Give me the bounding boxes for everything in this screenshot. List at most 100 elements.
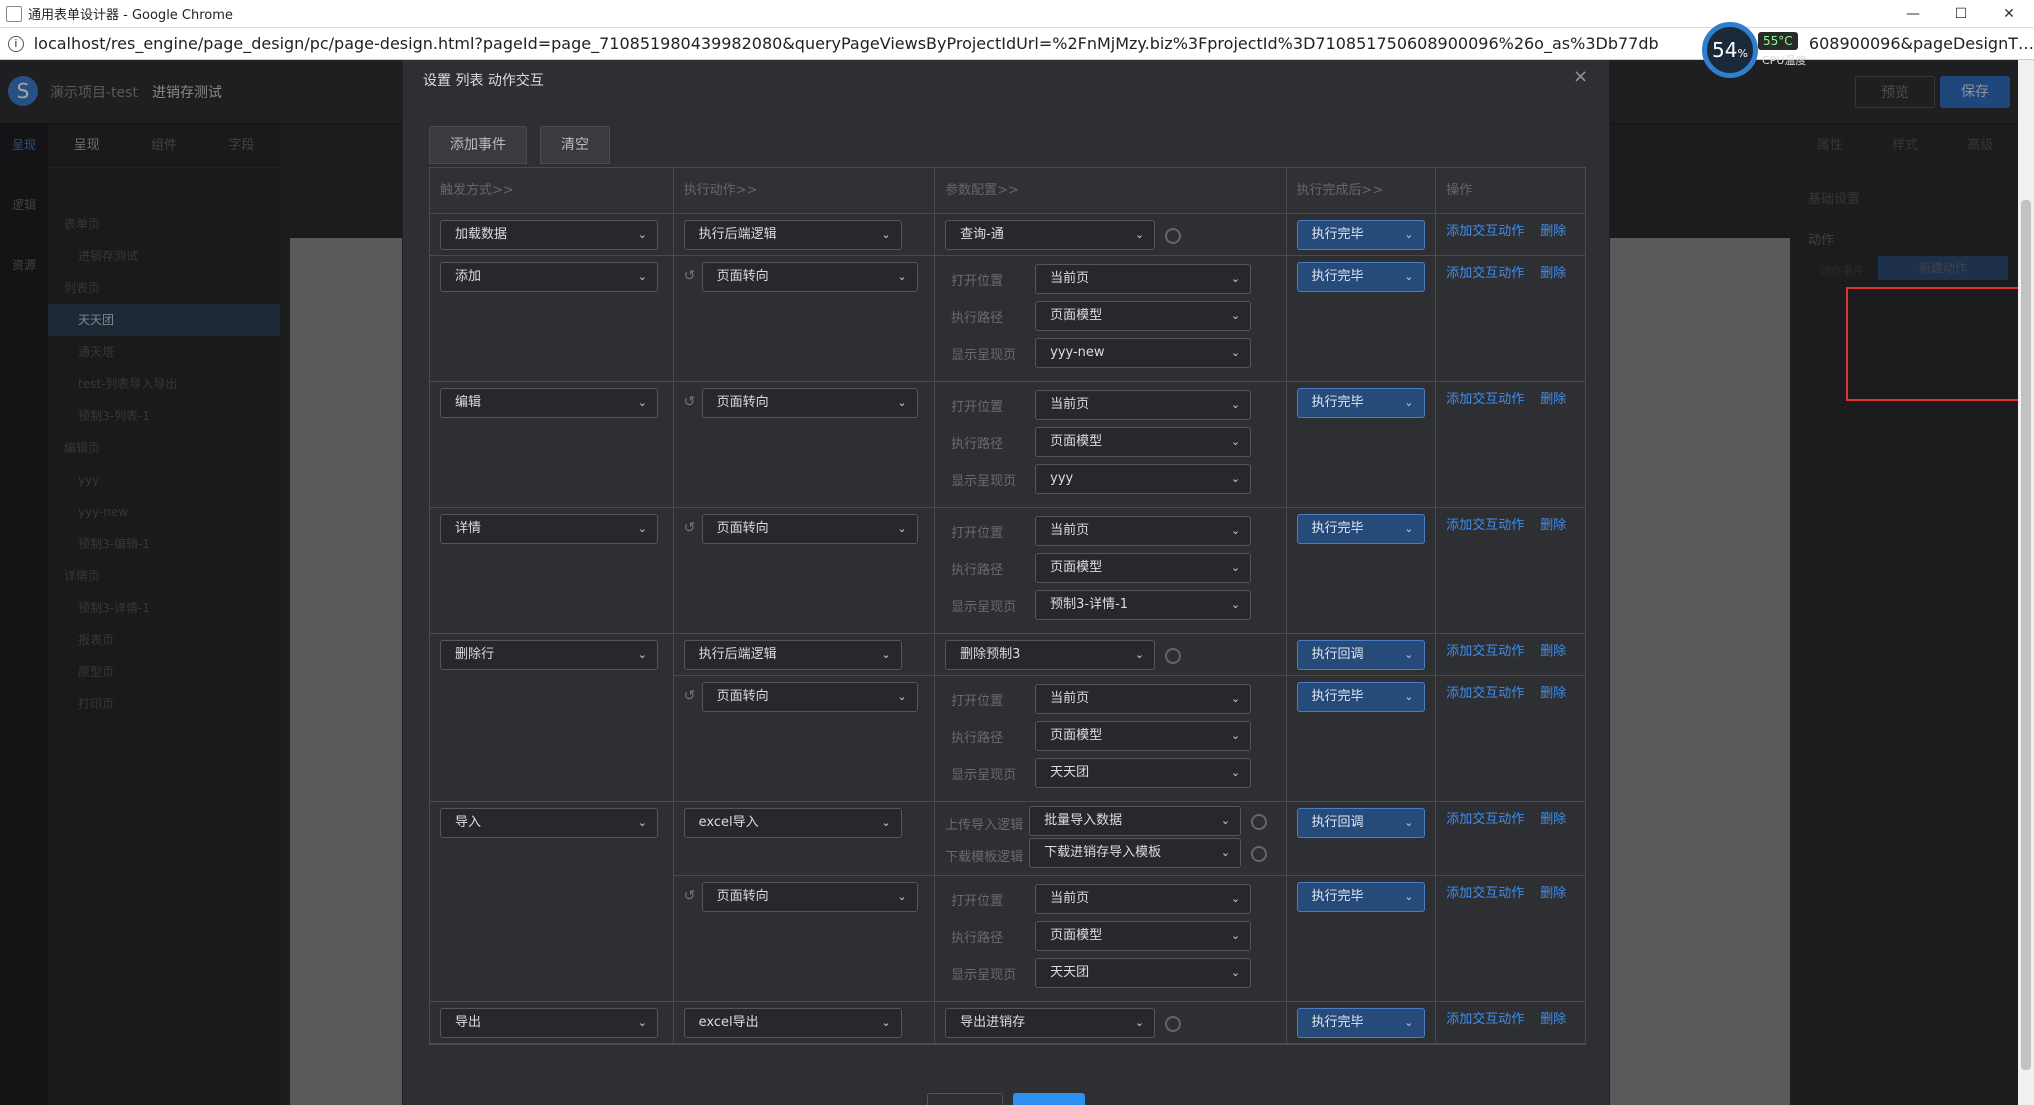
- cpu-label: CPU温度: [1762, 54, 1807, 67]
- gear-icon[interactable]: [1165, 648, 1182, 664]
- action-select[interactable]: excel导入 ⌄: [683, 808, 902, 838]
- param-open-select[interactable]: 当前页 ⌄: [1035, 684, 1252, 714]
- action-sub-row: 执行完毕 ⌄: [1287, 1002, 1436, 1044]
- delete-link[interactable]: 删除: [1540, 1008, 1566, 1027]
- after-select[interactable]: 执行完毕 ⌄: [1296, 388, 1425, 418]
- after-select[interactable]: 执行完毕 ⌄: [1296, 262, 1425, 292]
- param-open-select[interactable]: 当前页 ⌄: [1035, 884, 1252, 914]
- delete-link[interactable]: 删除: [1540, 682, 1566, 701]
- add-interaction-link[interactable]: 添加交互动作: [1446, 220, 1524, 239]
- chevron-down-icon: ⌄: [637, 648, 647, 661]
- param-path-select-value: 页面模型: [1050, 728, 1103, 743]
- delete-link[interactable]: 删除: [1540, 262, 1566, 281]
- trigger-select[interactable]: 添加 ⌄: [440, 262, 658, 292]
- param-page-select[interactable]: 天天团 ⌄: [1035, 958, 1252, 988]
- close-window-button[interactable]: ✕: [1986, 0, 2032, 28]
- cancel-button[interactable]: [927, 1093, 1003, 1105]
- confirm-button[interactable]: [1013, 1093, 1085, 1105]
- after-select[interactable]: 执行完毕 ⌄: [1296, 882, 1425, 912]
- trigger-select[interactable]: 加载数据 ⌄: [440, 220, 658, 250]
- param-value-select-value: 查询-通: [960, 227, 1004, 242]
- add-interaction-link[interactable]: 添加交互动作: [1446, 388, 1524, 407]
- clear-button[interactable]: 清空: [540, 126, 610, 164]
- param-page-select[interactable]: 天天团 ⌄: [1035, 758, 1252, 788]
- action-select[interactable]: 执行后端逻辑 ⌄: [683, 220, 902, 250]
- table-row: 编辑 ⌄ ↺ 页面转向 ⌄ 打开位置 当前页 ⌄ 执行路径 页面模型 ⌄ 显示呈现页 yyy ⌄ 执行完毕 ⌄…: [430, 382, 1585, 508]
- param-label: 上传导入逻辑: [945, 818, 1024, 833]
- param-value-select[interactable]: 删除预制3 ⌄: [945, 640, 1156, 670]
- add-interaction-link[interactable]: 添加交互动作: [1446, 262, 1524, 281]
- delete-link[interactable]: 删除: [1540, 388, 1566, 407]
- add-interaction-link[interactable]: 添加交互动作: [1446, 1008, 1524, 1027]
- after-select[interactable]: 执行完毕 ⌄: [1296, 220, 1425, 250]
- action-select[interactable]: 页面转向 ⌄: [701, 682, 918, 712]
- param-path-select[interactable]: 页面模型 ⌄: [1035, 721, 1252, 751]
- download-logic-select-value: 下载进销存导入模板: [1044, 845, 1162, 860]
- maximize-button[interactable]: ☐: [1938, 0, 1984, 28]
- param-value-select[interactable]: 查询-通 ⌄: [945, 220, 1156, 250]
- trigger-select[interactable]: 编辑 ⌄: [440, 388, 658, 418]
- delete-link[interactable]: 删除: [1540, 640, 1566, 659]
- chevron-down-icon: ⌄: [637, 228, 647, 241]
- add-event-button[interactable]: 添加事件: [429, 126, 527, 164]
- param-path-select[interactable]: 页面模型 ⌄: [1035, 427, 1252, 457]
- close-icon[interactable]: ×: [1573, 66, 1588, 87]
- add-interaction-link[interactable]: 添加交互动作: [1446, 640, 1524, 659]
- delete-link[interactable]: 删除: [1540, 220, 1566, 239]
- after-select[interactable]: 执行完毕 ⌄: [1296, 682, 1425, 712]
- action-select[interactable]: 执行后端逻辑 ⌄: [683, 640, 902, 670]
- delete-link[interactable]: 删除: [1540, 882, 1566, 901]
- gear-icon[interactable]: [1165, 1016, 1182, 1032]
- action-select[interactable]: 页面转向 ⌄: [701, 388, 918, 418]
- trigger-select[interactable]: 导出 ⌄: [440, 1008, 658, 1038]
- trigger-select[interactable]: 详情 ⌄: [440, 514, 658, 544]
- param-open-select[interactable]: 当前页 ⌄: [1035, 264, 1252, 294]
- chevron-down-icon: ⌄: [637, 522, 647, 535]
- scrollbar-thumb[interactable]: [2021, 200, 2031, 1070]
- add-interaction-link[interactable]: 添加交互动作: [1446, 514, 1524, 533]
- gear-icon[interactable]: [1165, 228, 1182, 244]
- param-path-select[interactable]: 页面模型 ⌄: [1035, 553, 1252, 583]
- trigger-select[interactable]: 删除行 ⌄: [440, 640, 658, 670]
- gear-icon[interactable]: [1251, 846, 1268, 862]
- action-select[interactable]: 页面转向 ⌄: [701, 514, 918, 544]
- gear-icon[interactable]: [1251, 814, 1268, 830]
- action-select[interactable]: 页面转向 ⌄: [701, 882, 918, 912]
- trigger-cell: 导入 ⌄: [430, 802, 674, 1001]
- after-select[interactable]: 执行完毕 ⌄: [1296, 514, 1425, 544]
- param-path-select[interactable]: 页面模型 ⌄: [1035, 301, 1252, 331]
- c5-cell: 添加交互动作 删除: [1436, 256, 1585, 381]
- param-page-select[interactable]: 预制3-详情-1 ⌄: [1035, 590, 1252, 620]
- param-label: 打开位置: [951, 894, 1004, 909]
- after-select[interactable]: 执行回调 ⌄: [1296, 640, 1425, 670]
- after-select[interactable]: 执行完毕 ⌄: [1296, 1008, 1425, 1038]
- action-select-value: 页面转向: [716, 521, 769, 536]
- c5-cell: 添加交互动作 删除: [1436, 214, 1585, 255]
- download-logic-select[interactable]: 下载进销存导入模板 ⌄: [1029, 838, 1242, 868]
- param-label: 打开位置: [951, 694, 1004, 709]
- delete-link[interactable]: 删除: [1540, 808, 1566, 827]
- loop-arrow-icon: ↺: [683, 394, 696, 410]
- action-sub-row: 执行回调 ⌄: [1286, 802, 1436, 876]
- action-select[interactable]: excel导出 ⌄: [683, 1008, 902, 1038]
- delete-link[interactable]: 删除: [1540, 514, 1566, 533]
- page-scrollbar[interactable]: [2018, 60, 2034, 1105]
- action-select[interactable]: 页面转向 ⌄: [701, 262, 918, 292]
- after-select[interactable]: 执行回调 ⌄: [1296, 808, 1425, 838]
- upload-logic-select[interactable]: 批量导入数据 ⌄: [1029, 806, 1242, 836]
- param-page-select[interactable]: yyy ⌄: [1035, 464, 1252, 494]
- add-interaction-link[interactable]: 添加交互动作: [1446, 682, 1524, 701]
- param-open-select[interactable]: 当前页 ⌄: [1035, 516, 1252, 546]
- add-interaction-link[interactable]: 添加交互动作: [1446, 808, 1524, 827]
- param-value-select[interactable]: 导出进销存 ⌄: [945, 1008, 1156, 1038]
- param-page-select[interactable]: yyy-new ⌄: [1035, 338, 1252, 368]
- trigger-select[interactable]: 导入 ⌄: [440, 808, 658, 838]
- c4-cell: 执行完毕 ⌄: [1287, 214, 1437, 255]
- table-row: 删除行 ⌄ 执行后端逻辑 ⌄ ↺ 页面转向 ⌄ 删除预制3 ⌄ 打开位置 当前页 ⌄ 执行路径 页面模型 ⌄…: [430, 634, 1585, 802]
- minimize-button[interactable]: —: [1890, 0, 1936, 28]
- param-path-select[interactable]: 页面模型 ⌄: [1035, 921, 1252, 951]
- site-info-icon[interactable]: i: [8, 35, 24, 52]
- chevron-down-icon: ⌄: [897, 890, 907, 903]
- add-interaction-link[interactable]: 添加交互动作: [1446, 882, 1524, 901]
- param-open-select[interactable]: 当前页 ⌄: [1035, 390, 1252, 420]
